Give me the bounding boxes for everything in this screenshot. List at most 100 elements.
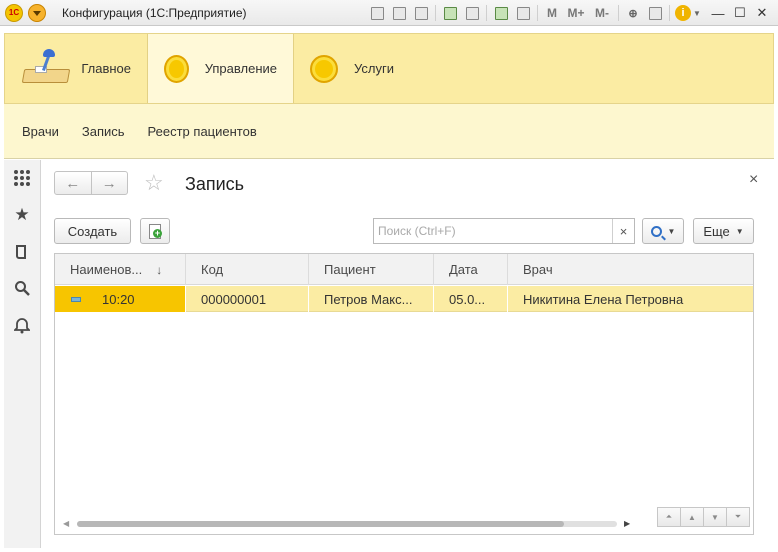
info-icon[interactable]: i (675, 5, 691, 21)
calendar-icon[interactable] (514, 5, 532, 21)
column-header-name[interactable]: Наименов... ↓ (55, 254, 186, 285)
cell-text: Никитина Елена Петровна (523, 291, 684, 307)
minimize-button[interactable]: — (707, 6, 729, 21)
close-window-button[interactable]: ✕ (751, 5, 773, 21)
chevron-down-icon[interactable]: ▼ (691, 5, 703, 21)
favorites-star-icon[interactable]: ★ (12, 205, 32, 225)
cell-doctor[interactable]: Никитина Елена Петровна (508, 286, 753, 312)
column-header-label: Дата (449, 262, 478, 277)
memory-subtract-button[interactable]: M- (591, 5, 613, 21)
clear-search-icon[interactable]: × (612, 219, 634, 243)
scroll-down-icon[interactable]: ▼ (703, 507, 727, 527)
scroll-to-top-icon[interactable]: ⏶ (657, 507, 681, 527)
history-icon[interactable] (12, 242, 32, 262)
scroll-thumb[interactable] (77, 521, 564, 527)
memory-add-button[interactable]: M+ (565, 5, 587, 21)
cell-text: 05.0... (449, 291, 486, 307)
nav-link-appointment[interactable]: Запись (82, 124, 125, 139)
toolbar-separator (618, 5, 619, 21)
appointments-table: Наименов... ↓ Код Пациент Дата Врач 10:2… (54, 253, 754, 535)
scroll-up-icon[interactable]: ▲ (680, 507, 704, 527)
favorite-star-icon[interactable]: ☆ (144, 170, 164, 196)
more-button-label: Еще (703, 223, 730, 239)
cell-code[interactable]: 000000001 (186, 286, 309, 312)
sections-panel: Главное Управление Услуги (4, 33, 774, 104)
page-title: Запись (185, 174, 245, 194)
zoom-icon[interactable]: ⊕ (624, 5, 642, 21)
sort-down-icon: ↓ (156, 262, 163, 277)
column-header-doctor[interactable]: Врач (508, 254, 753, 285)
section-management[interactable]: Управление (147, 34, 294, 103)
cell-date[interactable]: 05.0... (434, 286, 508, 312)
horizontal-scrollbar[interactable]: ◀ ▶ (59, 519, 634, 529)
tools-panel: ★ (4, 160, 41, 548)
navigation-panel: Врачи Запись Реестр пациентов (4, 104, 774, 159)
memory-button[interactable]: M (543, 5, 561, 21)
save-icon[interactable] (368, 5, 386, 21)
record-icon (71, 296, 81, 302)
panels-icon[interactable] (646, 5, 664, 21)
column-header-code[interactable]: Код (186, 254, 309, 285)
back-arrow-icon[interactable]: ← (55, 172, 91, 194)
upload-icon[interactable] (441, 5, 459, 21)
cell-text: 10:20 (102, 291, 135, 307)
nav-link-doctors[interactable]: Врачи (22, 124, 59, 139)
scroll-right-icon[interactable]: ▶ (624, 519, 630, 528)
section-label: Главное (81, 61, 131, 76)
window-title: Конфигурация (1С:Предприятие) (62, 6, 247, 20)
scroll-left-icon[interactable]: ◀ (63, 519, 69, 528)
toolbar-separator (435, 5, 436, 21)
column-header-label: Пациент (324, 262, 376, 277)
search-icon[interactable] (12, 278, 32, 298)
table-row[interactable]: 10:20 000000001 Петров Макс... 05.0... Н… (55, 286, 753, 312)
search-options-button[interactable]: ▼ (642, 218, 684, 244)
column-header-patient[interactable]: Пациент (309, 254, 434, 285)
print-icon[interactable] (390, 5, 408, 21)
cell-patient[interactable]: Петров Макс... (309, 286, 434, 312)
toolbar-separator (486, 5, 487, 21)
app-logo-icon[interactable]: 1С (5, 4, 23, 22)
cell-text: Петров Макс... (324, 291, 413, 307)
close-form-icon[interactable]: × (749, 171, 758, 189)
create-button-label: Создать (67, 223, 118, 239)
desk-lamp-icon (21, 48, 71, 89)
circle-icon (310, 54, 338, 83)
create-copy-button[interactable] (140, 218, 170, 244)
section-main[interactable]: Главное (5, 34, 147, 103)
bell-icon[interactable] (12, 315, 32, 335)
section-label: Управление (204, 61, 277, 76)
toolbar-separator (537, 5, 538, 21)
search-input[interactable] (374, 219, 612, 243)
column-header-date[interactable]: Дата (434, 254, 508, 285)
forward-arrow-icon[interactable]: → (90, 172, 128, 194)
cell-name[interactable]: 10:20 (55, 286, 186, 312)
toolbar-separator (669, 5, 670, 21)
create-button[interactable]: Создать (54, 218, 131, 244)
section-label: Услуги (354, 61, 394, 76)
magnifier-icon (650, 225, 662, 237)
chevron-down-icon: ▼ (735, 226, 744, 236)
search-box: × (373, 218, 635, 244)
document-add-icon (149, 223, 162, 239)
column-header-label: Наименов... (70, 262, 143, 277)
maximize-button[interactable]: ☐ (729, 5, 751, 21)
cell-text: 000000001 (201, 291, 267, 307)
scroll-to-bottom-icon[interactable]: ⏷ (726, 507, 750, 527)
form-area: ← → ☆ Запись × Создать × ▼ Еще ▼ Наимено… (42, 160, 774, 548)
list-navigation: ⏶ ▲ ▼ ⏷ (657, 507, 750, 527)
scan-icon[interactable] (463, 5, 481, 21)
window-title-bar: 1С Конфигурация (1С:Предприятие) M M+ M-… (0, 0, 778, 26)
table-header: Наименов... ↓ Код Пациент Дата Врач (55, 254, 753, 285)
grid-menu-icon[interactable] (12, 168, 32, 188)
column-header-label: Код (201, 262, 224, 277)
calculator-icon[interactable] (492, 5, 510, 21)
chevron-down-icon: ▼ (667, 226, 676, 236)
circle-icon (164, 54, 189, 83)
nav-link-patient-registry[interactable]: Реестр пациентов (148, 124, 257, 139)
preview-icon[interactable] (412, 5, 430, 21)
more-button[interactable]: Еще ▼ (693, 218, 754, 244)
column-header-label: Врач (523, 262, 553, 277)
history-nav: ← → (54, 171, 128, 195)
section-services[interactable]: Услуги (294, 34, 424, 103)
main-menu-button[interactable] (28, 4, 46, 22)
